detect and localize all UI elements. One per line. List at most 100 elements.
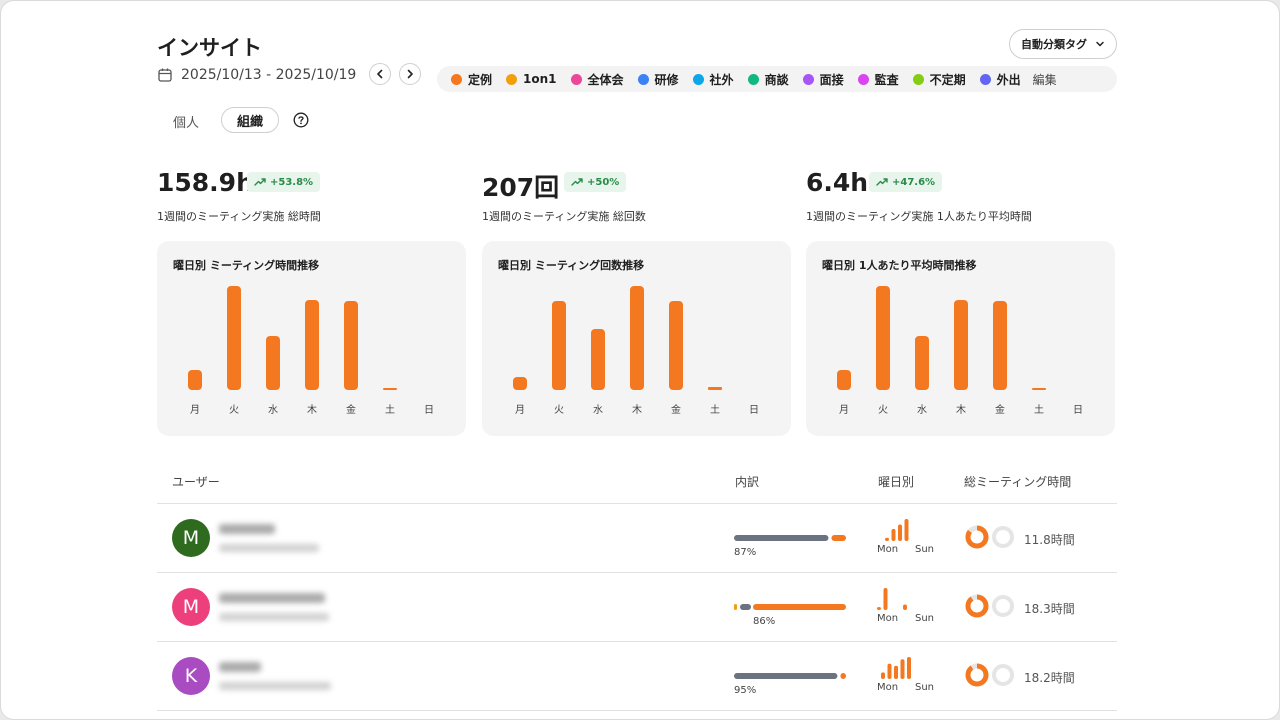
- column-header-breakdown[interactable]: 内訳: [735, 473, 759, 490]
- change-badge: +53.8%: [247, 172, 321, 192]
- weekday-bar: [891, 528, 896, 541]
- legend-item[interactable]: 外出: [979, 71, 1021, 88]
- weekday-bar: [877, 607, 881, 610]
- legend-item[interactable]: 商談: [747, 71, 789, 88]
- legend-dot: [451, 73, 462, 85]
- bar-chart: 月火水木金土日: [188, 286, 434, 416]
- x-tick-label: 月: [515, 404, 525, 416]
- stat-average-hours: 6.4h: [806, 168, 869, 197]
- legend-dot: [570, 73, 582, 85]
- legend-dot: [802, 73, 814, 85]
- auto-tag-dropdown[interactable]: 自動分類タグ: [1009, 29, 1117, 59]
- x-tick-label: 日: [749, 405, 759, 416]
- user-email-redacted: [219, 682, 331, 690]
- table-row[interactable]: M 87% Mon Sun 11.8時間: [157, 504, 1117, 572]
- weekday-start-label: Mon: [877, 682, 899, 693]
- prev-week-button[interactable]: [369, 63, 391, 85]
- row-divider: [157, 710, 1117, 711]
- chart-bar: [837, 370, 851, 390]
- weekday-bar: [900, 659, 905, 679]
- legend-label: 外出: [996, 72, 1021, 87]
- stat-description: 1週間のミーティング実施 1人あたり平均時間: [806, 210, 1032, 223]
- x-tick-label: 水: [593, 404, 603, 416]
- ring-track: [992, 595, 1014, 617]
- breakdown-percent: 95%: [734, 685, 757, 696]
- page-title: インサイト: [157, 36, 262, 60]
- legend-label: 不定期: [929, 72, 966, 87]
- weekday-bar: [883, 588, 888, 610]
- x-tick-label: 金: [671, 403, 681, 416]
- weekday-bar: [898, 524, 902, 541]
- legend-item[interactable]: 全体会: [570, 71, 624, 88]
- chart-bar: [954, 300, 968, 390]
- tag-donut-rings: [965, 663, 1014, 687]
- weekday-sparkbars: [885, 519, 909, 541]
- chart-bar: [552, 301, 566, 390]
- breakdown-bar: [734, 535, 846, 541]
- column-header-weekday[interactable]: 曜日別: [878, 473, 914, 490]
- x-tick-label: 土: [385, 403, 395, 416]
- user-name-redacted: [219, 593, 325, 603]
- table-row[interactable]: M 86% Mon Sun 18.3時間: [157, 573, 1117, 641]
- chart-bar: [915, 336, 929, 390]
- legend-label: 面接: [819, 72, 844, 87]
- legend-label: 商談: [764, 72, 789, 87]
- breakdown-segment: [734, 535, 829, 541]
- x-tick-label: 月: [839, 404, 849, 416]
- legend-item[interactable]: 社外: [692, 71, 734, 88]
- user-name-redacted: [219, 662, 261, 672]
- legend-item[interactable]: 監査: [857, 71, 899, 88]
- stat-description: 1週間のミーティング実施 総回数: [482, 210, 646, 223]
- avatar: K: [172, 657, 210, 695]
- weekday-bar: [907, 657, 911, 679]
- chevron-down-icon: [1096, 41, 1104, 47]
- bar-chart: 月火水木金土日: [513, 286, 759, 416]
- auto-tag-label: 自動分類タグ: [1021, 38, 1087, 51]
- legend-item[interactable]: 定例: [451, 71, 492, 88]
- next-week-button[interactable]: [399, 63, 421, 85]
- toggle-org[interactable]: 組織: [221, 107, 279, 133]
- avatar: M: [172, 519, 210, 557]
- help-icon[interactable]: [293, 112, 309, 128]
- chart-bar: [1032, 388, 1046, 390]
- chart-bar: [708, 387, 722, 390]
- user-name-redacted: [219, 524, 275, 534]
- legend-item[interactable]: 不定期: [912, 71, 966, 88]
- stat-total-hours: 158.9h: [157, 168, 254, 197]
- x-tick-label: 日: [1073, 405, 1083, 416]
- breakdown-percent: 86%: [753, 616, 776, 627]
- table-row[interactable]: K 95% Mon Sun 18.2時間: [157, 642, 1117, 710]
- user-email-redacted: [219, 544, 319, 552]
- stat-total-count: 207回: [482, 173, 560, 202]
- trend-up-icon: [876, 178, 888, 186]
- legend-item[interactable]: 1on1: [506, 72, 557, 86]
- legend-item[interactable]: 面接: [802, 71, 844, 88]
- legend-item[interactable]: 研修: [637, 71, 679, 88]
- x-tick-label: 木: [632, 404, 642, 416]
- legend-edit-link[interactable]: 編集: [1033, 71, 1057, 88]
- chevron-left-icon: [377, 69, 383, 79]
- x-tick-label: 金: [346, 403, 356, 416]
- weekday-bar: [894, 665, 898, 679]
- legend-label: 監査: [874, 72, 899, 87]
- legend-label: 定例: [468, 72, 493, 87]
- x-tick-label: 水: [917, 404, 927, 416]
- chart-card-hours: 曜日別 ミーティング時間推移 月火水木金土日: [157, 241, 466, 436]
- calendar-icon: [158, 68, 172, 82]
- legend-dot: [506, 73, 518, 85]
- bar-chart: 月火水木金土日: [837, 286, 1083, 416]
- weekday-start-label: Mon: [877, 544, 899, 555]
- toggle-personal[interactable]: 個人: [161, 109, 211, 134]
- weekday-end-label: Sun: [915, 613, 935, 624]
- column-header-total[interactable]: 総ミーティング時間: [964, 473, 1071, 490]
- tag-donut-rings: [965, 525, 1014, 549]
- weekday-bar: [885, 537, 889, 541]
- date-range-text: 2025/10/13 - 2025/10/19: [181, 67, 357, 83]
- chart-card-average: 曜日別 1人あたり平均時間推移 月火水木金土日: [806, 241, 1115, 436]
- column-header-user[interactable]: ユーザー: [172, 473, 220, 490]
- change-text: +50%: [587, 176, 620, 188]
- chart-bar: [227, 286, 241, 390]
- chart-bar: [305, 300, 319, 390]
- legend-dot: [857, 73, 869, 85]
- chart-bar: [513, 377, 527, 390]
